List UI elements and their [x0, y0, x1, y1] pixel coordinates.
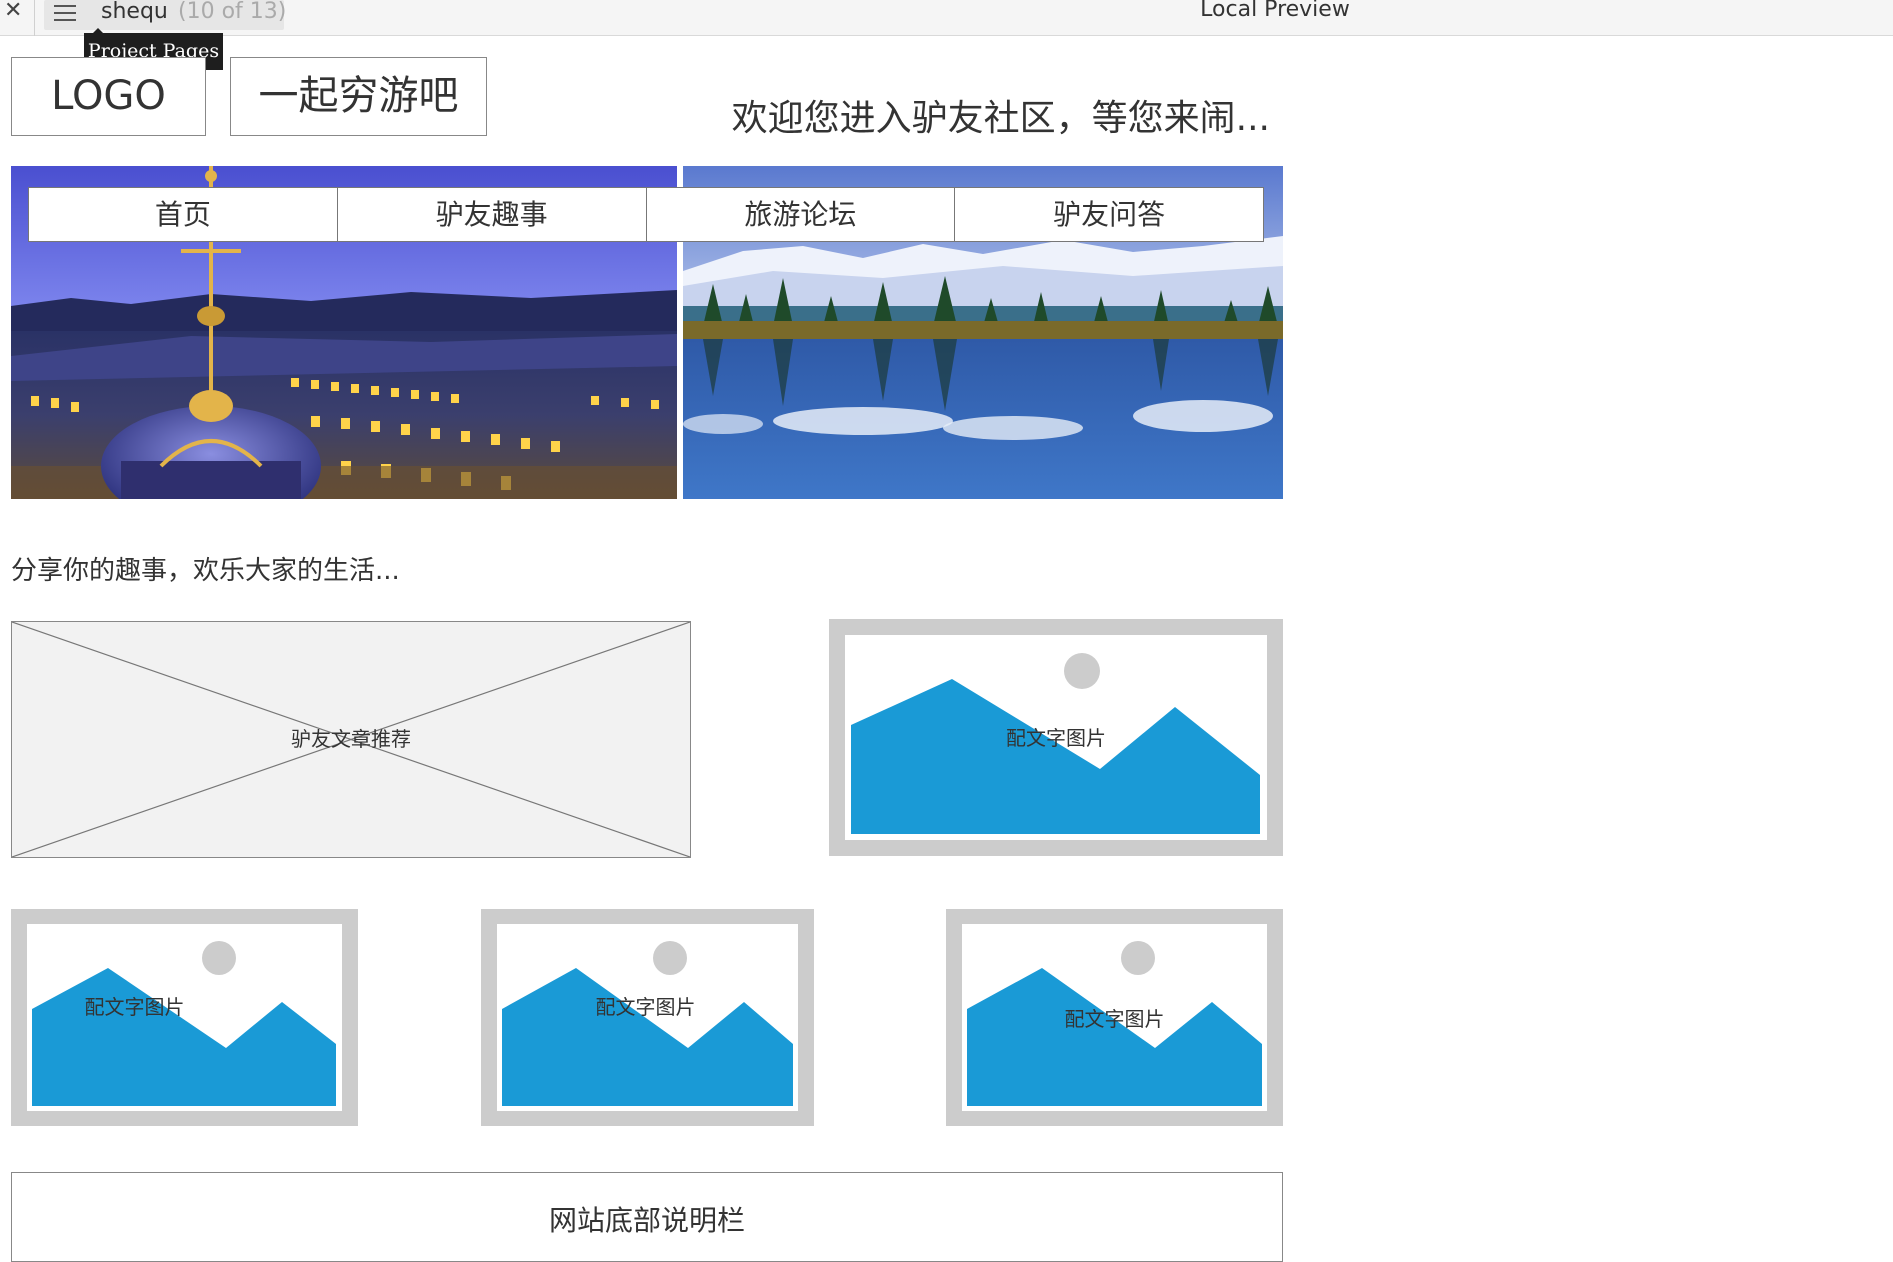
page-selector[interactable]: shequ (10 of 13) — [44, 0, 287, 30]
article-placeholder[interactable]: 驴友文章推荐 — [11, 621, 691, 858]
image-placeholder-small-1: 配文字图片 — [11, 909, 358, 1126]
main-nav: 首页 驴友趣事 旅游论坛 驴友问答 — [28, 187, 1264, 242]
current-page-name: shequ — [101, 0, 168, 24]
preview-title: Local Preview — [1200, 0, 1350, 22]
image-caption: 配文字图片 — [84, 995, 185, 1019]
image-caption: 配文字图片 — [595, 995, 696, 1019]
article-placeholder-label: 驴友文章推荐 — [291, 727, 411, 751]
image-caption: 配文字图片 — [1006, 726, 1106, 750]
nav-item-home[interactable]: 首页 — [29, 188, 338, 241]
image-placeholder-small-3: 配文字图片 — [946, 909, 1283, 1126]
image-caption: 配文字图片 — [1064, 1007, 1165, 1031]
toolbar-divider — [34, 0, 35, 36]
preview-toolbar: ✕ shequ (10 of 13) Local Preview — [0, 0, 1893, 36]
nav-item-qa[interactable]: 驴友问答 — [955, 188, 1263, 241]
close-icon[interactable]: ✕ — [4, 0, 28, 25]
nav-item-fun-stories[interactable]: 驴友趣事 — [338, 188, 647, 241]
footer-text: 网站底部说明栏 — [548, 1204, 745, 1237]
page-count: (10 of 13) — [178, 0, 287, 24]
image-placeholder-small-2: 配文字图片 — [481, 909, 814, 1126]
welcome-text: 欢迎您进入驴友社区，等您来闹... — [731, 98, 1270, 139]
site-name-box: 一起穷游吧 — [230, 57, 487, 136]
logo-box[interactable]: LOGO — [11, 57, 206, 136]
site-footer: 网站底部说明栏 — [11, 1172, 1283, 1262]
hamburger-menu-icon[interactable] — [54, 3, 78, 25]
nav-item-travel-forum[interactable]: 旅游论坛 — [647, 188, 956, 241]
share-tagline: 分享你的趣事，欢乐大家的生活... — [11, 556, 400, 586]
image-placeholder-large: 配文字图片 — [829, 619, 1283, 856]
